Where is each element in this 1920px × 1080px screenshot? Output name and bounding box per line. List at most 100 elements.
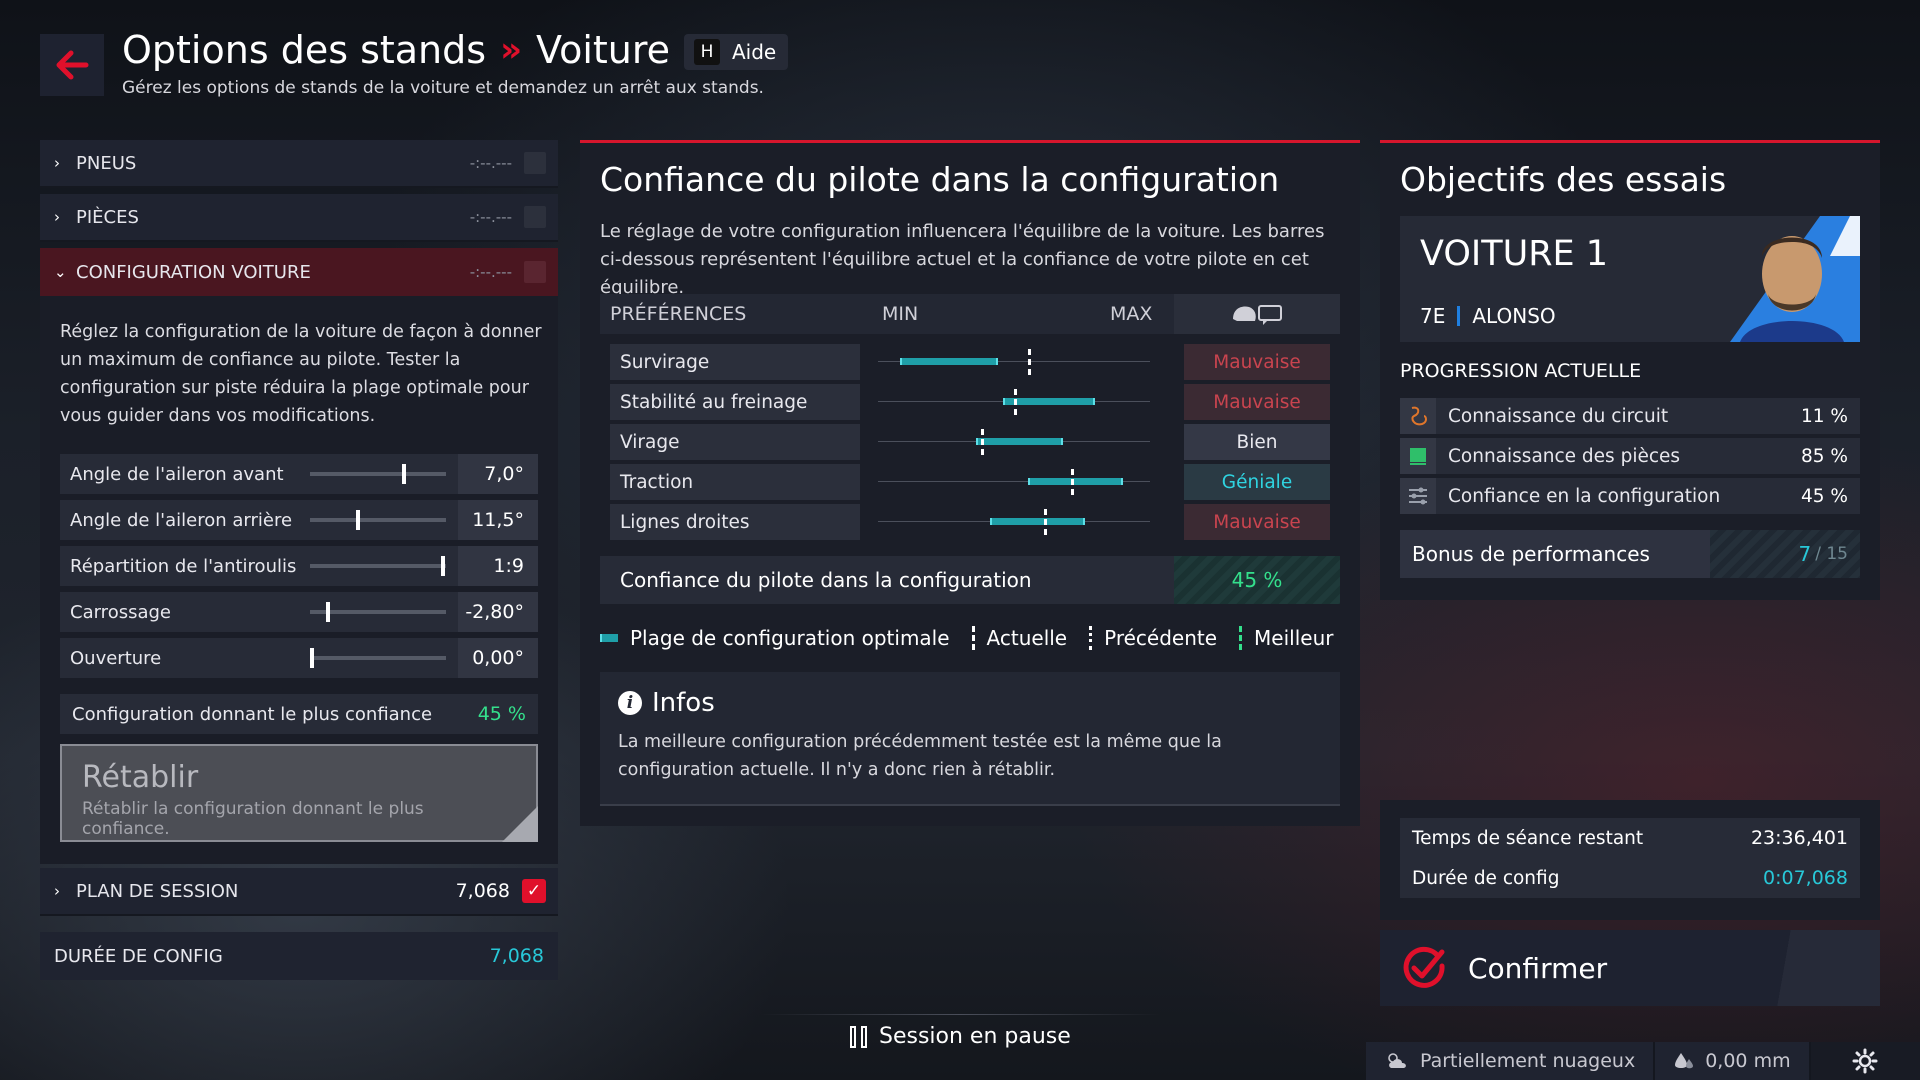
chevron-right-icon: › bbox=[54, 882, 60, 900]
setup-slider-row[interactable]: Ouverture 0,00° bbox=[60, 638, 538, 678]
accordion-parts[interactable]: › PIÈCES -:--.--- bbox=[40, 194, 558, 242]
legend-best-marker bbox=[1239, 626, 1243, 650]
session-plan-value: 7,068 bbox=[455, 880, 510, 902]
best-config-value: 45 % bbox=[477, 703, 526, 725]
setup-sliders-icon bbox=[1400, 478, 1436, 514]
balance-chart bbox=[878, 384, 1150, 420]
weather-bar: Partiellement nuageux 0,00 mm bbox=[1366, 1042, 1920, 1080]
chevron-down-icon: ⌄ bbox=[54, 263, 67, 281]
best-config-row: Configuration donnant le plus confiance … bbox=[60, 694, 538, 734]
chart-legend: Plage de configuration optimale Actuelle… bbox=[600, 626, 1333, 650]
optimal-range-bar bbox=[900, 358, 998, 365]
slider-thumb[interactable] bbox=[402, 464, 406, 484]
checkmark-icon[interactable]: ✓ bbox=[522, 879, 546, 903]
parts-icon bbox=[1400, 438, 1436, 474]
optimal-range-bar bbox=[990, 518, 1085, 525]
driver-card: VOITURE 1 7E ALONSO bbox=[1400, 216, 1860, 342]
preference-label: Stabilité au freinage bbox=[610, 384, 860, 420]
slider-label: Angle de l'aileron avant bbox=[70, 463, 284, 485]
title-text: Options des stands bbox=[122, 28, 487, 72]
col-preferences: PRÉFÉRENCES bbox=[610, 303, 747, 325]
progress-label: Connaissance du circuit bbox=[1448, 405, 1669, 427]
accordion-time: -:--.--- bbox=[469, 263, 512, 281]
confidence-rating: Bien bbox=[1184, 424, 1330, 460]
slider-track[interactable] bbox=[310, 648, 446, 668]
info-title: i Infos bbox=[618, 688, 715, 718]
preference-label: Survirage bbox=[610, 344, 860, 380]
reset-description: Rétablir la configuration donnant le plu… bbox=[82, 799, 424, 839]
current-marker bbox=[1071, 469, 1074, 495]
progress-row: Confiance en la configuration 45 % bbox=[1400, 478, 1860, 514]
col-min: MIN bbox=[882, 303, 919, 325]
legend-current-marker bbox=[971, 626, 975, 650]
accordion-session-plan[interactable]: › PLAN DE SESSION 7,068 ✓ bbox=[40, 868, 558, 916]
accordion-label: CONFIGURATION VOITURE bbox=[76, 261, 311, 283]
reset-button[interactable]: Rétablir Rétablir la configuration donna… bbox=[60, 744, 538, 842]
confidence-rating: Mauvaise bbox=[1184, 384, 1330, 420]
confirm-check-icon bbox=[1403, 946, 1445, 988]
driver-confidence-label: Confiance du pilote dans la configuratio… bbox=[620, 568, 1032, 592]
corner-decoration bbox=[502, 806, 538, 842]
slider-value: -2,80° bbox=[458, 592, 538, 632]
info-text: La meilleure configuration précédemment … bbox=[618, 732, 1222, 780]
slider-track[interactable] bbox=[310, 602, 446, 622]
col-max: MAX bbox=[1110, 303, 1153, 325]
slider-thumb[interactable] bbox=[356, 510, 360, 530]
checkbox[interactable] bbox=[524, 152, 546, 174]
driver-confidence-row: Confiance du pilote dans la configuratio… bbox=[600, 556, 1340, 604]
setup-slider-row[interactable]: Angle de l'aileron arrière 11,5° bbox=[60, 500, 538, 540]
pause-icon bbox=[850, 1025, 867, 1048]
preference-row: Traction Géniale bbox=[610, 464, 1330, 500]
driver-name: ALONSO bbox=[1472, 304, 1556, 328]
gear-icon bbox=[1852, 1048, 1878, 1074]
legend-optimal-swatch bbox=[600, 634, 618, 642]
bonus-current: 7 bbox=[1798, 542, 1812, 566]
balance-chart bbox=[878, 464, 1150, 500]
rain-label: 0,00 mm bbox=[1705, 1050, 1791, 1072]
current-marker bbox=[1044, 509, 1047, 535]
help-button[interactable]: H Aide bbox=[684, 34, 789, 70]
setup-slider-row[interactable]: Répartition de l'antiroulis 1:9 bbox=[60, 546, 538, 586]
confidence-rating: Mauvaise bbox=[1184, 344, 1330, 380]
slider-thumb[interactable] bbox=[441, 556, 445, 576]
config-duration-label: Durée de config bbox=[1412, 867, 1560, 889]
slider-track[interactable] bbox=[310, 556, 446, 576]
config-description: Réglez la configuration de la voiture de… bbox=[60, 322, 542, 426]
slider-label: Angle de l'aileron arrière bbox=[70, 509, 293, 531]
balance-chart bbox=[878, 344, 1150, 380]
preferences-header: PRÉFÉRENCES MIN MAX bbox=[600, 294, 1340, 334]
best-config-label: Configuration donnant le plus confiance bbox=[72, 703, 433, 725]
balance-chart bbox=[878, 504, 1150, 540]
info-title-text: Infos bbox=[652, 688, 715, 718]
setup-slider-row[interactable]: Carrossage -2,80° bbox=[60, 592, 538, 632]
slider-track[interactable] bbox=[310, 464, 446, 484]
info-icon: i bbox=[618, 691, 642, 715]
slider-thumb[interactable] bbox=[326, 602, 330, 622]
accordion-tires[interactable]: › PNEUS -:--.--- bbox=[40, 140, 558, 188]
session-time-row: Temps de séance restant 23:36,401 bbox=[1400, 818, 1860, 858]
progress-value: 11 % bbox=[1801, 405, 1848, 427]
confidence-description: Le réglage de votre configuration influe… bbox=[600, 221, 1325, 298]
slider-label: Répartition de l'antiroulis bbox=[70, 555, 297, 577]
accordion-car-config[interactable]: ⌄ CONFIGURATION VOITURE -:--.--- bbox=[40, 248, 558, 296]
car-name: VOITURE 1 bbox=[1420, 234, 1609, 274]
slider-value: 11,5° bbox=[458, 500, 538, 540]
confirm-label: Confirmer bbox=[1468, 951, 1608, 985]
slider-label: Ouverture bbox=[70, 647, 162, 669]
slider-track[interactable] bbox=[310, 510, 446, 530]
back-button[interactable] bbox=[40, 34, 104, 96]
back-arrow-icon bbox=[56, 50, 89, 80]
accordion-time: -:--.--- bbox=[469, 208, 512, 226]
settings-button[interactable] bbox=[1810, 1042, 1920, 1080]
checkbox[interactable] bbox=[524, 206, 546, 228]
rain-status: 0,00 mm bbox=[1655, 1042, 1811, 1080]
preference-row: Virage Bien bbox=[610, 424, 1330, 460]
chevron-right-icon: › bbox=[54, 208, 60, 226]
checkbox[interactable] bbox=[524, 261, 546, 283]
config-duration-row: DURÉE DE CONFIG 7,068 bbox=[40, 932, 558, 980]
confirm-button[interactable]: Confirmer bbox=[1380, 930, 1880, 1006]
slider-thumb[interactable] bbox=[310, 648, 314, 668]
setup-slider-row[interactable]: Angle de l'aileron avant 7,0° bbox=[60, 454, 538, 494]
accordion-label: PNEUS bbox=[76, 152, 137, 174]
pause-label: Session en pause bbox=[879, 1024, 1071, 1049]
